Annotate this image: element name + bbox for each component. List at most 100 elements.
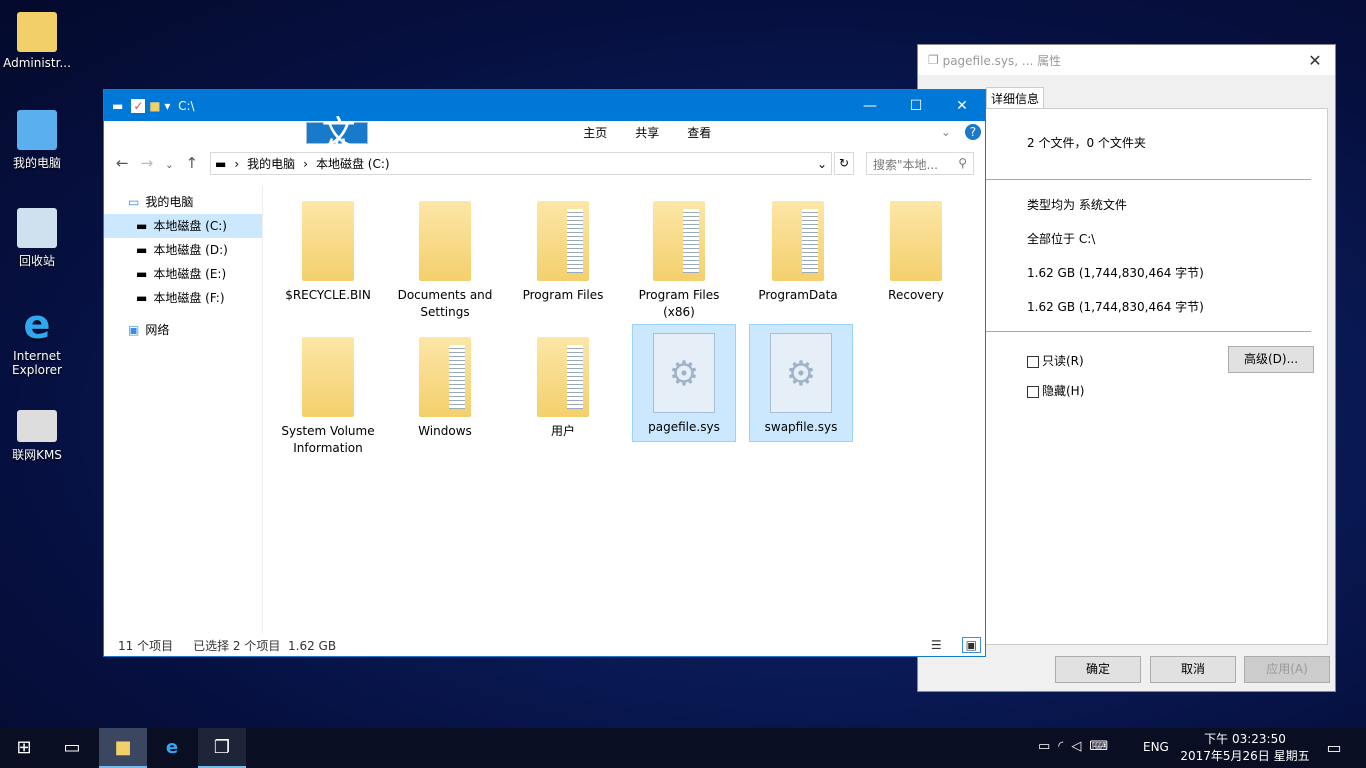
item-label: swapfile.sys [764,420,838,434]
item-label: Program Files [522,288,604,302]
nav-drive-d[interactable]: ▬ 本地磁盘 (D:) [104,238,262,262]
summary: 2 个文件，0 个文件夹 [1027,136,1146,150]
nav-network[interactable]: ▣ 网络 [104,318,262,342]
apply-button[interactable]: 应用(A) [1244,656,1330,683]
folder-item[interactable]: $RECYCLE.BIN [276,193,380,311]
address-dropdown[interactable]: ⌄ [817,157,831,171]
battery-icon[interactable]: ▭ [1038,739,1058,754]
status-bar: 11 个项目 已选择 2 个项目 1.62 GB ☰ ▣ [104,634,985,656]
item-label: Documents and Settings [397,288,493,319]
explorer-window: ▬ ✓ ■ ▾ C:\ — ☐ ✕ 文件 主页 共享 查看 ⌄? ←→⌄↑ ▬ › 我的电脑 › 本… [103,89,986,657]
keyboard-icon[interactable]: ⌨ [1089,739,1116,754]
back-button[interactable]: ← [116,154,141,172]
folder-item[interactable]: System Volume Information [276,329,380,455]
expand-ribbon-icon[interactable]: ⌄ [927,125,965,139]
item-label: pagefile.sys [648,420,720,434]
desktop-icon-kms[interactable]: 联网KMS [0,410,74,463]
search-icon: ⚲ [958,156,967,170]
recent-dropdown[interactable]: ⌄ [165,160,185,171]
notification-icon[interactable]: ▭ [1310,728,1358,768]
item-label: 用户 [550,424,575,438]
computer-icon [17,110,57,150]
forward-button[interactable]: → [141,154,166,172]
minimize-button[interactable]: — [847,98,893,114]
wifi-icon[interactable]: ◜ [1058,739,1071,754]
dialog-title: pagefile.sys, ... 属性 [942,53,1062,68]
up-button[interactable]: ↑ [186,154,211,172]
folder-item[interactable]: 用户 [511,329,615,447]
tab-file[interactable]: 文件 [305,117,368,173]
details-view-button[interactable]: ☰ [931,638,942,652]
location-value: 全部位于 C:\ [1027,232,1096,246]
volume-icon[interactable]: ◁ [1071,739,1089,754]
close-button[interactable]: ✕ [1295,51,1335,70]
hidden-checkbox[interactable]: 隐藏(H) [1027,382,1084,399]
size-value: 1.62 GB (1,744,830,464 字节) [1027,266,1204,280]
item-label: $RECYCLE.BIN [285,288,371,302]
item-label: Program Files (x86) [638,288,720,319]
desktop-icon-computer[interactable]: 我的电脑 [0,110,74,171]
folder-item[interactable]: Documents and Settings [393,193,497,319]
folder-icon [302,337,354,417]
folder-icon [653,201,705,281]
tab-view[interactable]: 查看 [673,124,725,141]
folder-icon [537,337,589,417]
gear-icon [17,410,57,442]
nav-drive-f[interactable]: ▬ 本地磁盘 (F:) [104,286,262,310]
maximize-button[interactable]: ☐ [893,98,939,114]
tab-home[interactable]: 主页 [569,124,621,141]
file-item[interactable]: ⚙ pagefile.sys [632,324,736,442]
nav-drive-c[interactable]: ▬ 本地磁盘 (C:) [104,214,262,238]
cancel-button[interactable]: 取消 [1150,656,1236,683]
nav-drive-e[interactable]: ▬ 本地磁盘 (E:) [104,262,262,286]
customize-dropdown-icon[interactable]: ▾ [164,99,170,113]
item-label: System Volume Information [281,424,375,455]
navigation-pane: ▭ 我的电脑 ▬ 本地磁盘 (C:) ▬ 本地磁盘 (D:) ▬ 本地磁盘 (E:) ▬… [104,190,262,342]
system-file-icon: ⚙ [653,333,715,413]
nav-computer[interactable]: ▭ 我的电脑 [104,190,262,214]
folder-item[interactable]: Windows [393,329,497,447]
desktop-icon-administrator[interactable]: Administr... [0,12,74,70]
user-folder-icon [17,12,57,52]
properties-taskbar-button[interactable]: ❐ [198,728,246,768]
folder-item[interactable]: Program Files (x86) [627,193,731,319]
folder-item[interactable]: ProgramData [746,193,850,311]
size-on-disk-value: 1.62 GB (1,744,830,464 字节) [1027,300,1204,314]
desktop-icon-recycle-bin[interactable]: 回收站 [0,208,74,269]
ie-taskbar-button[interactable]: e [148,728,196,768]
item-label: ProgramData [758,288,838,302]
folder-icon [537,201,589,281]
folder-icon [890,201,942,281]
start-button[interactable]: ⊞ [0,728,48,768]
new-folder-quick-icon[interactable]: ■ [149,99,160,113]
address-bar[interactable]: ▬ › 我的电脑 › 本地磁盘 (C:) ⌄ [210,152,832,175]
folder-icon [772,201,824,281]
clock[interactable]: 下午 03:23:50 2017年5月26日 星期五 [1180,731,1310,765]
folder-item[interactable]: Program Files [511,193,615,311]
folder-icon [419,201,471,281]
breadcrumb-computer[interactable]: 我的电脑 [247,155,295,172]
tab-share[interactable]: 共享 [621,124,673,141]
item-label: Windows [418,424,472,438]
advanced-button[interactable]: 高级(D)... [1228,346,1314,373]
explorer-taskbar-button[interactable]: ■ [99,728,147,768]
language-indicator[interactable]: ENG [1143,740,1169,754]
readonly-checkbox[interactable]: 只读(R) [1027,352,1084,369]
window-title: C:\ [178,98,195,113]
search-input[interactable]: 搜索"本地... ⚲ [866,152,974,175]
tab-details[interactable]: 详细信息 [986,87,1045,109]
help-icon[interactable]: ? [964,124,981,140]
drive-icon: ▬ [112,98,124,113]
folder-item[interactable]: Recovery [864,193,968,311]
ok-button[interactable]: 确定 [1055,656,1141,683]
task-view-button[interactable]: ▭ [48,728,96,768]
large-icons-view-button[interactable]: ▣ [961,637,981,653]
close-button[interactable]: ✕ [939,98,985,114]
system-file-icon: ⚙ [770,333,832,413]
desktop-icon-ie[interactable]: e Internet Explorer [0,305,74,377]
drive-icon: ▬ [215,156,227,171]
file-item[interactable]: ⚙ swapfile.sys [749,324,853,442]
refresh-button[interactable]: ↻ [834,152,854,175]
properties-quick-icon[interactable]: ✓ [131,98,146,113]
breadcrumb-c-drive[interactable]: 本地磁盘 (C:) [316,155,390,172]
